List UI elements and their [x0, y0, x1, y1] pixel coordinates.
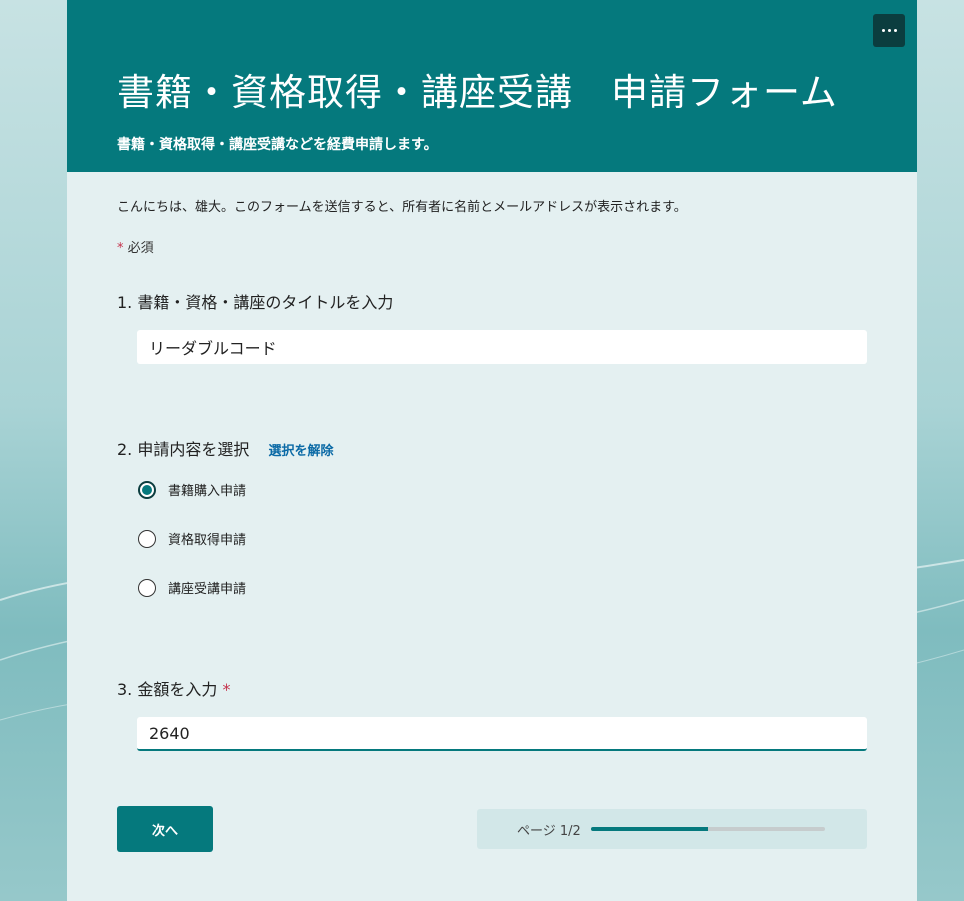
form-card: 書籍・資格取得・講座受講 申請フォーム 書籍・資格取得・講座受講などを経費申請し… [67, 0, 917, 901]
intro-text: こんにちは、雄大。このフォームを送信すると、所有者に名前とメールアドレスが表示さ… [117, 200, 687, 215]
progress-fill [590, 827, 708, 831]
question-3-label: 3. 金額を入力 [117, 680, 218, 699]
question-2-label: 2. 申請内容を選択 [117, 440, 250, 459]
progress-track [590, 827, 825, 831]
required-star: * [117, 241, 124, 256]
required-note: * 必須 [117, 237, 154, 256]
radio-label: 書籍購入申請 [168, 484, 247, 499]
clear-selection-link[interactable]: 選択を解除 [268, 444, 333, 459]
page-progress: ページ 1/2 [477, 809, 867, 849]
question-3-title: 3. 金額を入力 * [117, 676, 230, 700]
form-header: 書籍・資格取得・講座受講 申請フォーム 書籍・資格取得・講座受講などを経費申請し… [67, 0, 917, 172]
radio-label: 講座受講申請 [168, 582, 247, 597]
required-star: * [222, 680, 231, 699]
radio-checked-icon[interactable] [138, 480, 156, 499]
question-2-title: 2. 申請内容を選択 選択を解除 [117, 436, 333, 460]
amount-input[interactable] [137, 717, 867, 751]
required-label: 必須 [127, 241, 154, 256]
more-options-button[interactable] [873, 14, 905, 47]
next-button[interactable]: 次へ [117, 806, 213, 852]
page-indicator: ページ 1/2 [517, 823, 581, 839]
radio-option-course[interactable]: 講座受講申請 [138, 578, 246, 597]
form-subtitle: 書籍・資格取得・講座受講などを経費申請します。 [117, 137, 438, 153]
radio-unchecked-icon[interactable] [138, 529, 156, 548]
radio-option-book[interactable]: 書籍購入申請 [138, 480, 246, 499]
radio-unchecked-icon[interactable] [138, 578, 156, 597]
more-horizontal-icon [881, 29, 897, 32]
question-1-title: 1. 書籍・資格・講座のタイトルを入力 [117, 293, 394, 312]
radio-option-certification[interactable]: 資格取得申請 [138, 529, 246, 548]
form-title: 書籍・資格取得・講座受講 申請フォーム [117, 71, 838, 114]
title-input[interactable] [137, 330, 867, 364]
radio-label: 資格取得申請 [168, 533, 247, 548]
